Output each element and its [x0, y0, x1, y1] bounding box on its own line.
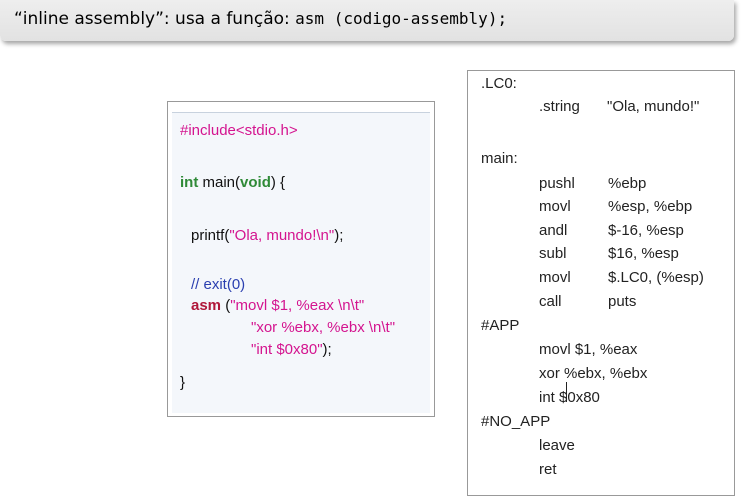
closing-brace: }	[180, 374, 186, 391]
int-keyword: int	[180, 174, 199, 191]
printf-line: printf("Ola, mundo!\n");	[191, 227, 343, 244]
inline-instr: xor %ebx, %ebx	[539, 365, 648, 382]
instr-args: $16, %esp	[608, 245, 679, 262]
instr-args: $.LC0, (%esp)	[608, 269, 704, 286]
tail-instr: ret	[539, 461, 557, 478]
instr-args: %esp, %ebp	[608, 198, 693, 215]
string-directive: .string	[539, 98, 580, 115]
lc0-label: .LC0:	[481, 75, 517, 92]
instr-args: $-16, %esp	[608, 222, 684, 239]
asm-close: );	[322, 341, 332, 358]
main-signature: int main(void) {	[180, 174, 285, 191]
asm-string-2: "xor %ebx, %ebx \n\t"	[251, 319, 396, 336]
header-text: “inline assembly”: usa a função: asm (co…	[14, 9, 507, 29]
printf-b: );	[334, 227, 344, 244]
instr-op: call	[539, 293, 562, 310]
instr-op: pushl	[539, 175, 575, 192]
header-text-a: “inline assembly”: usa a função:	[14, 9, 296, 29]
string-value: "Ola, mundo!"	[607, 98, 700, 115]
inline-instr: movl $1, %eax	[539, 341, 638, 358]
asm-line-3: "int $0x80");	[251, 341, 332, 358]
c-code-panel: #include<stdio.h> int main(void) { print…	[172, 112, 430, 413]
instr-op: subl	[539, 245, 567, 262]
printf-a: printf(	[191, 227, 230, 244]
main-text-b: ) {	[270, 174, 286, 191]
main-text-a: main(	[198, 174, 241, 191]
tail-instr: leave	[539, 437, 575, 454]
c-code-box: #include<stdio.h> int main(void) { print…	[167, 101, 435, 417]
assembly-listing-box: .LC0: .string "Ola, mundo!" main: pushl …	[467, 70, 735, 496]
asm-keyword: asm	[191, 297, 222, 314]
instr-op: movl	[539, 198, 571, 215]
include-line: #include<stdio.h>	[180, 122, 298, 139]
printf-string: "Ola, mundo!\n"	[229, 227, 335, 244]
instr-op: movl	[539, 269, 571, 286]
void-keyword: void	[240, 174, 271, 191]
app-directive: #APP	[481, 317, 520, 334]
asm-open: (	[221, 297, 231, 314]
asm-string-3: "int $0x80"	[251, 341, 323, 358]
no-app-directive: #NO_APP	[481, 413, 551, 430]
inline-instr: int $0x80	[539, 389, 600, 406]
asm-string-1: "movl $1, %eax \n\t"	[230, 297, 365, 314]
instr-args: %ebp	[608, 175, 647, 192]
slide-header: “inline assembly”: usa a função: asm (co…	[0, 0, 734, 41]
main-label: main:	[481, 150, 518, 167]
instr-args: puts	[608, 293, 637, 310]
asm-line-1: asm ("movl $1, %eax \n\t"	[191, 297, 364, 314]
text-cursor	[566, 382, 567, 402]
exit-comment: // exit(0)	[191, 276, 246, 293]
header-code: asm (codigo-assembly);	[295, 9, 508, 28]
instr-op: andl	[539, 222, 568, 239]
